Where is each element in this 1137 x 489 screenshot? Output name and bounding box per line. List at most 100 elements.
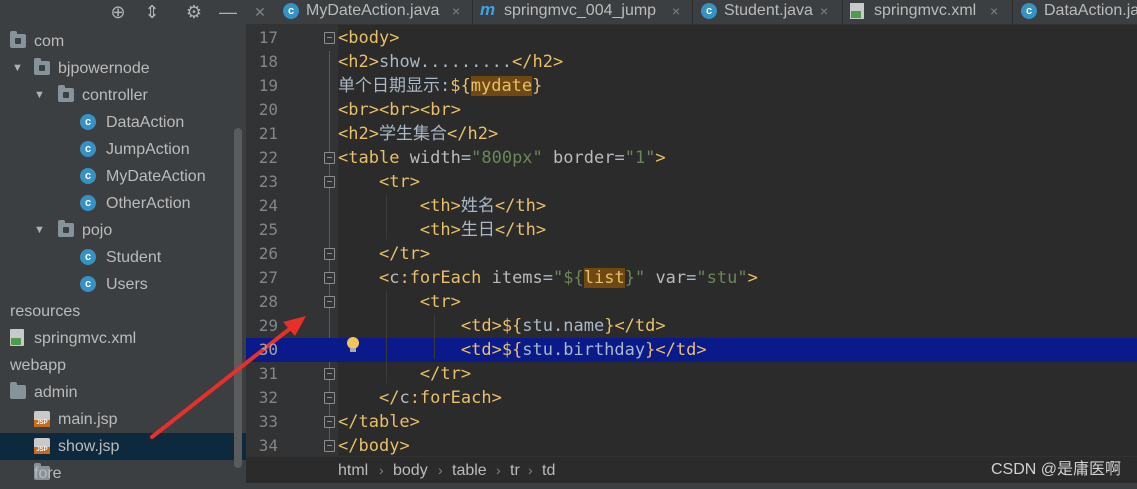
tree-item[interactable]: admin: [0, 379, 246, 406]
watermark: CSDN @是庸医啊: [990, 461, 1121, 478]
fold-marker-icon[interactable]: [324, 392, 335, 404]
close-icon[interactable]: ×: [672, 0, 680, 22]
lightbulb-icon[interactable]: [346, 337, 360, 352]
expand-arrow-icon[interactable]: ▼: [34, 217, 45, 244]
tab-overflow-icon[interactable]: ✕: [248, 0, 272, 24]
tree-item[interactable]: ▼ bjpowernode: [0, 55, 246, 82]
line-number: 28: [258, 292, 278, 311]
folder-icon: [10, 382, 26, 399]
editor-tab[interactable]: c MyDateAction.java ×: [274, 0, 473, 24]
code-editor[interactable]: 17 18 19 20 21 22 23 24 25 26 27 28 29 31 32 33 34 <body…: [246, 25, 1137, 456]
code-line[interactable]: </tr>: [338, 362, 1137, 386]
line-number: 34: [258, 436, 278, 455]
tree-item[interactable]: webapp: [0, 352, 246, 379]
fold-marker-icon[interactable]: [324, 368, 335, 380]
tree-item[interactable]: show.jsp: [0, 433, 246, 460]
code-line[interactable]: <th>生日</th>: [338, 218, 1137, 242]
gear-icon[interactable]: ⚙: [182, 0, 206, 24]
fold-marker-icon[interactable]: [324, 296, 335, 308]
tree-item[interactable]: main.jsp: [0, 406, 246, 433]
code-line[interactable]: </table>: [338, 410, 1137, 434]
java-class-icon: c: [80, 168, 96, 184]
tree-item-label: controller: [82, 87, 148, 104]
sidebar-scrollbar[interactable]: [234, 128, 242, 468]
collapse-icon[interactable]: ⇕: [140, 0, 164, 24]
tree-item[interactable]: resources: [0, 298, 246, 325]
crosshair-icon[interactable]: ⊕: [106, 0, 130, 24]
tree-item[interactable]: ▼ controller: [0, 82, 246, 109]
close-icon[interactable]: ×: [820, 0, 828, 22]
breadcrumb-item[interactable]: html: [338, 457, 368, 484]
code-line[interactable]: <body>: [338, 26, 1137, 50]
breadcrumb-item[interactable]: table: [452, 457, 487, 484]
line-number: 22: [258, 148, 278, 167]
code-line[interactable]: <td>${stu.birthday}</td>: [246, 338, 1137, 362]
fold-marker-icon[interactable]: [324, 416, 335, 428]
tree-item[interactable]: ▼ pojo: [0, 217, 246, 244]
chevron-right-icon: ›: [528, 462, 533, 478]
line-number: 24: [258, 196, 278, 215]
tree-item[interactable]: c OtherAction: [0, 190, 246, 217]
fold-marker-icon[interactable]: [324, 176, 335, 188]
java-class-icon: c: [80, 114, 96, 130]
editor-tab[interactable]: c Student.java ×: [692, 0, 843, 24]
code-line[interactable]: <br><br><br>: [338, 98, 1137, 122]
tab-label: MyDateAction.java: [306, 2, 440, 19]
breadcrumb-item[interactable]: body: [393, 457, 428, 484]
code-line[interactable]: <table width="800px" border="1">: [338, 146, 1137, 170]
tree-item[interactable]: c Student: [0, 244, 246, 271]
code-line[interactable]: <c:forEach items="${list}" var="stu">: [338, 266, 1137, 290]
tree-item[interactable]: c DataAction: [0, 109, 246, 136]
fold-marker-icon[interactable]: [324, 32, 335, 44]
code-line[interactable]: </tr>: [338, 242, 1137, 266]
close-icon[interactable]: ×: [452, 0, 460, 22]
breadcrumb-item[interactable]: tr: [510, 457, 520, 484]
tree-item-label: MyDateAction: [106, 168, 206, 185]
editor-tab[interactable]: m springmvc_004_jump ×: [472, 0, 693, 24]
java-class-icon: c: [283, 3, 299, 19]
code-line[interactable]: <th>姓名</th>: [338, 194, 1137, 218]
expand-arrow-icon[interactable]: ▼: [34, 82, 45, 109]
code-line[interactable]: <h2>show.........</h2>: [338, 50, 1137, 74]
tree-item[interactable]: c JumpAction: [0, 136, 246, 163]
expand-arrow-icon[interactable]: ▼: [12, 55, 23, 82]
java-class-icon: c: [80, 249, 96, 265]
status-strip: [0, 483, 1137, 489]
editor-tab[interactable]: springmvc.xml ×: [842, 0, 1013, 24]
code-text: <h2>show.........</h2>: [338, 52, 564, 72]
fold-marker-icon[interactable]: [324, 152, 335, 164]
close-icon[interactable]: ×: [990, 0, 998, 22]
tree-item[interactable]: c MyDateAction: [0, 163, 246, 190]
tree-item[interactable]: com: [0, 28, 246, 55]
tab-label: DataAction.ja: [1044, 2, 1137, 19]
code-line[interactable]: </c:forEach>: [338, 386, 1137, 410]
fold-marker-icon[interactable]: [324, 248, 335, 260]
code-line[interactable]: <h2>学生集合</h2>: [338, 122, 1137, 146]
breadcrumb-item[interactable]: td: [542, 457, 555, 484]
fold-marker-icon[interactable]: [324, 272, 335, 284]
code-line[interactable]: </body>: [338, 434, 1137, 456]
java-class-icon: c: [1021, 3, 1037, 19]
code-text: </c:forEach>: [378, 388, 502, 408]
editor-tab[interactable]: c DataAction.ja: [1012, 0, 1137, 24]
code-line[interactable]: <tr>: [338, 290, 1137, 314]
maven-module-icon: m: [480, 0, 496, 19]
code-line[interactable]: <td>${stu.name}</td>: [338, 314, 1137, 338]
tab-label: springmvc.xml: [874, 2, 977, 19]
xml-file-icon: [850, 3, 864, 19]
tree-item[interactable]: springmvc.xml: [0, 325, 246, 352]
indent-guide: [386, 195, 387, 239]
project-toolbar: ⊕ ⇕ ⚙ —: [0, 0, 246, 24]
line-number: 25: [258, 220, 278, 239]
code-text: <table width="800px" border="1">: [338, 148, 666, 168]
code-text: </tr>: [419, 364, 472, 384]
fold-marker-icon[interactable]: [324, 440, 335, 452]
tree-item-label: springmvc.xml: [34, 330, 137, 347]
code-text: <th>姓名</th>: [419, 196, 547, 216]
tree-item[interactable]: c Users: [0, 271, 246, 298]
tree-item-label: Student: [106, 249, 162, 266]
tree-item-label: main.jsp: [58, 411, 118, 428]
code-line[interactable]: <tr>: [338, 170, 1137, 194]
minimize-icon[interactable]: —: [216, 0, 240, 24]
code-line[interactable]: 单个日期显示:${mydate}: [338, 74, 1137, 98]
